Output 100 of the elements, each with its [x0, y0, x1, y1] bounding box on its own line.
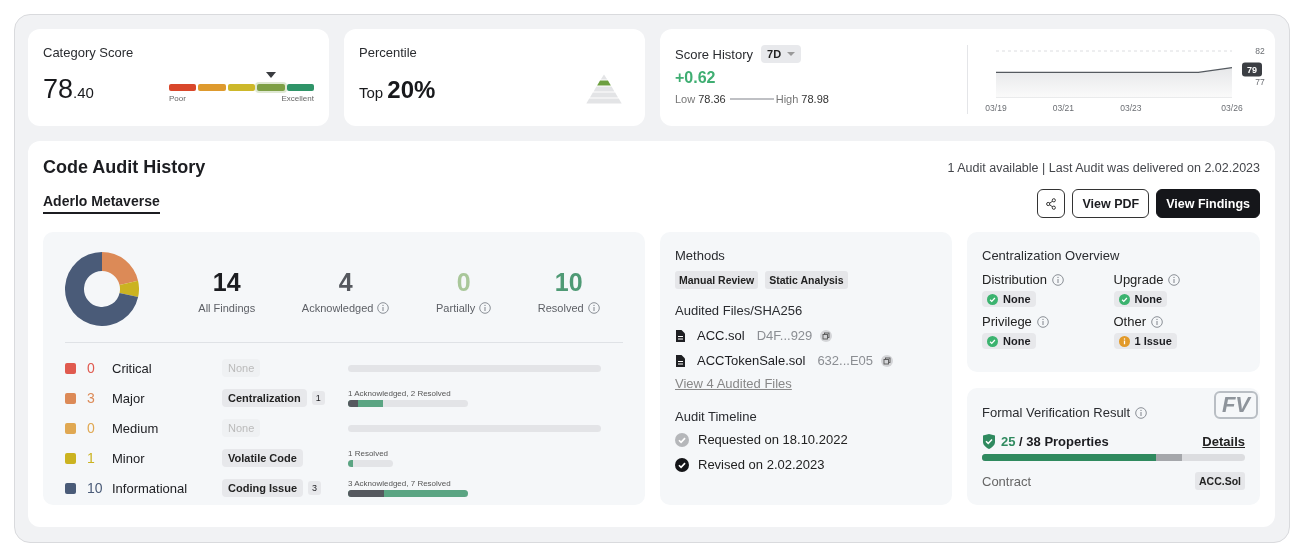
stat-label: Resolved	[537, 302, 584, 314]
pointer-icon	[265, 72, 276, 78]
info-icon	[1135, 406, 1148, 419]
share-button[interactable]	[1037, 189, 1066, 218]
section-label: Audit Timeline	[675, 409, 758, 424]
details-link[interactable]: Details	[1202, 434, 1245, 449]
category-tag: Volatile Code	[222, 449, 303, 467]
category-tag: Centralization	[222, 389, 307, 407]
low-value: 78.36	[698, 93, 726, 105]
y-tick-label: 82	[1255, 46, 1265, 56]
item-label: Other	[1113, 314, 1146, 329]
card-title: Score History	[675, 46, 754, 62]
info-icon	[1168, 273, 1181, 286]
x-tick-label: 03/26	[1221, 103, 1243, 113]
card-title: Category Score	[43, 45, 135, 60]
section-label: Formal Verification Result	[982, 405, 1131, 420]
status-tag: None	[982, 291, 1036, 307]
item-label: Upgrade	[1113, 272, 1164, 287]
y-tick-label: 77	[1255, 76, 1265, 87]
severity-name: Informational	[112, 480, 189, 496]
count-badge: 3	[308, 481, 322, 495]
range-dropdown[interactable]: 7D	[761, 45, 802, 63]
count-badge: 1	[311, 391, 325, 405]
stat-value: 10	[554, 268, 583, 297]
file-hash: 632...E05	[817, 353, 874, 368]
category-tag: None	[222, 419, 261, 437]
info-icon	[1151, 315, 1163, 328]
properties-count: 25 / 38 Properties	[1001, 434, 1110, 449]
score-change: +0.62	[675, 69, 717, 87]
severity-name: Major	[112, 390, 146, 406]
info-icon	[1036, 315, 1049, 328]
severity-count: 3	[87, 390, 96, 406]
category-tag: Coding Issue	[222, 479, 304, 497]
category-tag: None	[222, 359, 261, 377]
bar-caption: 1 Resolved	[348, 449, 390, 458]
status-tag: None	[1113, 291, 1167, 307]
stat-label: All Findings	[198, 302, 256, 314]
item-label: Privilege	[982, 314, 1032, 329]
tab[interactable]: Aderlo Metaverse	[43, 193, 160, 214]
caret-icon	[787, 52, 796, 56]
file-name: ACC.sol	[697, 328, 745, 343]
card-title: Percentile	[359, 45, 418, 60]
share-icon	[1045, 197, 1058, 210]
check-icon	[1118, 293, 1130, 305]
check-icon	[987, 335, 998, 347]
contract-tag: ACC.Sol	[1195, 472, 1245, 490]
file-name: ACCTokenSale.sol	[697, 353, 806, 368]
status-tag: None	[982, 333, 1036, 349]
score-value: 78.40	[43, 74, 94, 105]
x-tick-label: 03/21	[1052, 103, 1075, 113]
gauge-label: Poor	[169, 94, 186, 103]
status-tag: 1 Issue	[1113, 333, 1177, 349]
x-tick-label: 03/19	[985, 103, 1007, 113]
section-label: Centralization Overview	[982, 248, 1121, 263]
low-label: Low	[675, 93, 696, 105]
stat-label: Partially	[436, 302, 476, 314]
stat-label: Acknowledged	[301, 302, 374, 314]
view-findings-button[interactable]: View Findings	[1156, 189, 1260, 218]
timeline-entry: Revised on 2.02.2023	[698, 457, 825, 472]
section-label: Methods	[675, 248, 726, 263]
severity-name: Medium	[112, 420, 160, 436]
bar-caption: 1 Acknowledged, 2 Resolved	[348, 389, 452, 398]
section-label: Audited Files/SHA256	[675, 303, 804, 318]
severity-count: 1	[87, 450, 96, 466]
file-icon	[675, 354, 685, 367]
pyramid-icon	[586, 74, 622, 104]
info-icon	[1052, 273, 1065, 286]
warning-icon	[1118, 335, 1130, 347]
shield-icon	[982, 434, 996, 449]
file-hash: D4F...929	[756, 328, 813, 343]
file-icon	[675, 329, 685, 342]
annotation: 79	[1246, 65, 1258, 76]
high-value: 78.98	[801, 93, 829, 105]
timeline-entry: Requested on 18.10.2022	[698, 432, 848, 447]
stat-value: 0	[456, 268, 471, 297]
value-badge: 79	[1242, 62, 1262, 77]
severity-count: 0	[87, 360, 96, 376]
copy-icon	[881, 354, 894, 367]
high-label: High	[775, 93, 799, 105]
view-pdf-button[interactable]: View PDF	[1072, 189, 1150, 218]
severity-count: 0	[87, 420, 96, 436]
check-icon	[987, 293, 998, 305]
bar-caption: 3 Acknowledged, 7 Resolved	[348, 479, 452, 488]
contract-label: Contract	[982, 473, 1032, 489]
x-tick-label: 03/23	[1120, 103, 1142, 113]
item-label: Distribution	[982, 272, 1048, 287]
stat-value: 4	[338, 268, 353, 297]
stat-value: 14	[212, 268, 241, 297]
copy-icon	[820, 329, 833, 342]
severity-name: Minor	[112, 450, 146, 466]
severity-name: Critical	[112, 360, 153, 376]
section-title: Code Audit History	[43, 157, 206, 178]
range-line	[729, 98, 774, 100]
audit-summary: 1 Audit available | Last Audit was delivered on 2.02.2023	[947, 160, 1260, 175]
percentile-value: Top 20%	[359, 76, 436, 104]
fv-logo: FV	[1213, 391, 1258, 419]
method-tag: Manual Review	[675, 271, 759, 289]
severity-count: 10	[87, 480, 104, 496]
method-tag: Static Analysis	[765, 271, 848, 289]
gauge-label: Excellent	[281, 94, 314, 103]
